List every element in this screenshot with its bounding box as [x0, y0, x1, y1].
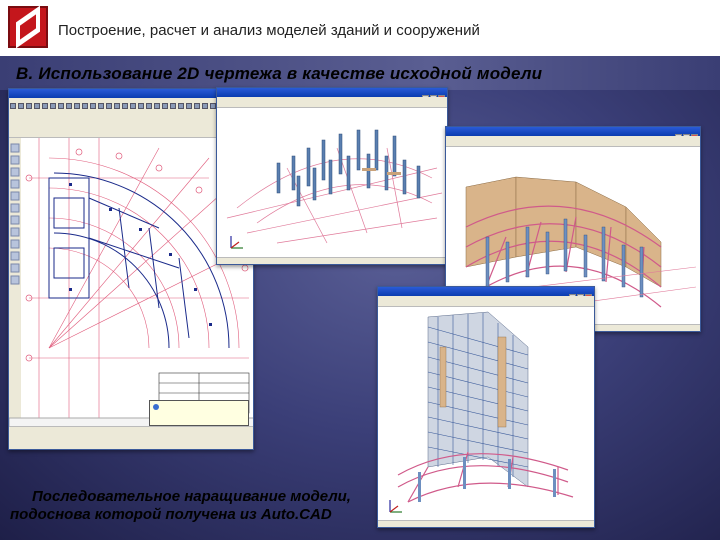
logo-icon [8, 6, 48, 48]
page-subtitle: B. Использование 2D чертежа в качестве и… [16, 64, 543, 83]
pan-icon[interactable] [90, 103, 96, 109]
info-icon [153, 404, 159, 410]
model-a-statusbar [217, 257, 447, 264]
arc-icon[interactable] [130, 103, 136, 109]
paste-icon[interactable] [58, 103, 64, 109]
text-icon[interactable] [138, 103, 144, 109]
move-icon[interactable] [170, 103, 176, 109]
model-b-titlebar[interactable] [446, 127, 700, 141]
cut-icon[interactable] [42, 103, 48, 109]
mirror-icon[interactable] [194, 103, 200, 109]
window-controls [421, 89, 445, 102]
open-icon[interactable] [18, 103, 24, 109]
caption-line-1: Последовательное наращивание модели, [32, 488, 351, 505]
zoom-icon[interactable] [82, 103, 88, 109]
save-icon[interactable] [26, 103, 32, 109]
print-icon[interactable] [34, 103, 40, 109]
line-icon[interactable] [114, 103, 120, 109]
copy-icon[interactable] [50, 103, 56, 109]
block-icon[interactable] [154, 103, 160, 109]
model-c-canvas[interactable] [378, 307, 594, 521]
model-b-toolbar [446, 136, 700, 147]
model-window-a[interactable] [216, 87, 448, 265]
model-window-c[interactable] [377, 286, 595, 528]
new-icon[interactable] [10, 103, 16, 109]
caption-line-2: подоснова которой получена из Auto.CAD [10, 506, 332, 523]
dimension-icon[interactable] [162, 103, 168, 109]
caption: Последовательное наращивание модели, под… [10, 488, 380, 524]
header-title: Построение, расчет и анализ моделей здан… [58, 22, 480, 39]
window-controls [568, 288, 592, 301]
notification-popup[interactable] [149, 400, 249, 426]
model-c-titlebar[interactable] [378, 287, 594, 301]
redo-icon[interactable] [74, 103, 80, 109]
rotate-icon[interactable] [178, 103, 184, 109]
properties-icon[interactable] [106, 103, 112, 109]
model-c-3d-view [389, 311, 574, 513]
undo-icon[interactable] [66, 103, 72, 109]
model-c-statusbar [378, 520, 594, 527]
model-a-3d-view [226, 129, 443, 249]
autocad-statusbar [9, 426, 253, 449]
scale-icon[interactable] [186, 103, 192, 109]
header-bar: Построение, расчет и анализ моделей здан… [0, 0, 720, 56]
trim-icon[interactable] [202, 103, 208, 109]
circle-icon[interactable] [122, 103, 128, 109]
model-a-canvas[interactable] [217, 108, 447, 258]
hatch-icon[interactable] [146, 103, 152, 109]
layer-icon[interactable] [98, 103, 104, 109]
model-a-toolbar [217, 97, 447, 108]
model-c-toolbar [378, 296, 594, 307]
window-controls [674, 128, 698, 141]
model-a-titlebar[interactable] [217, 88, 447, 102]
